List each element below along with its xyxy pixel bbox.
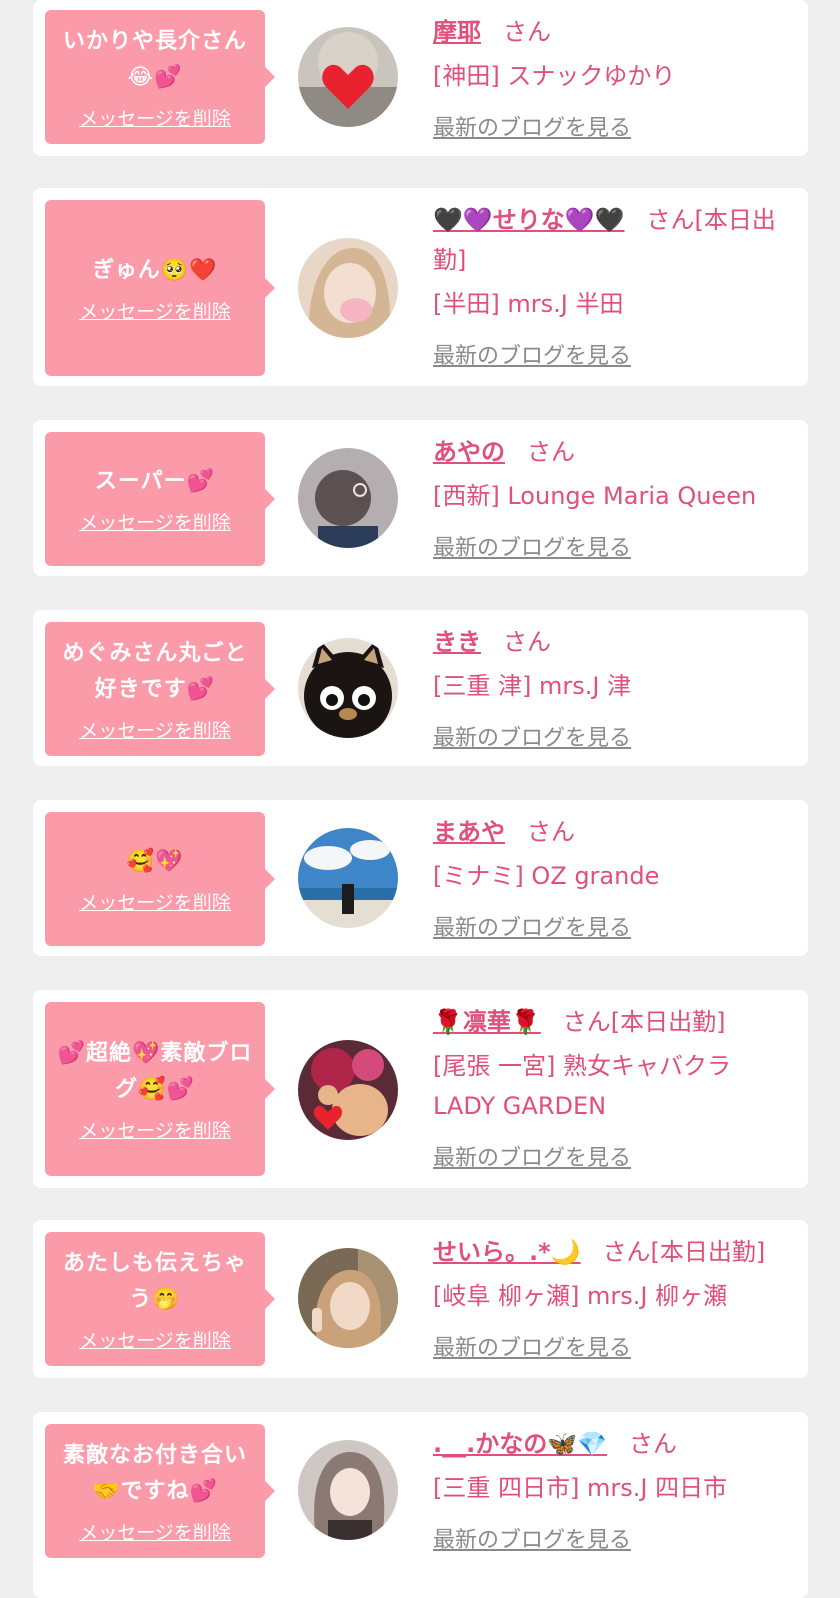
shop-name: [三重 四日市] mrs.J 四日市: [433, 1474, 728, 1502]
avatar[interactable]: [298, 27, 398, 127]
profile-name-link[interactable]: まあや: [433, 818, 505, 846]
avatar[interactable]: [298, 1440, 398, 1540]
view-blog-link[interactable]: 最新のブログを見る: [433, 338, 631, 370]
message-bubble: いかりや長介さん😂💕 メッセージを削除: [45, 10, 275, 144]
name-suffix: さん[本日出勤]: [602, 1238, 766, 1266]
message-card: あたしも伝えちゃう🤭 メッセージを削除 せいら。.*🌙 さん[本日出勤] [岐阜 …: [33, 1220, 808, 1378]
message-card: 🥰💖 メッセージを削除 まあや さん [ミナミ] OZ grande 最新のブログ…: [33, 800, 808, 956]
message-card: ぎゅん🥺❤️ メッセージを削除 🖤💜せりな💜🖤 さん[本日出勤] [半田] mrs…: [33, 188, 808, 386]
profile-name-link[interactable]: あやの: [433, 438, 505, 466]
message-card: 💕超絶💖素敵ブログ🥰💕 メッセージを削除 🌹凛華🌹 さん[本日出勤] [尾張 一宮…: [33, 990, 808, 1188]
message-bubble: 💕超絶💖素敵ブログ🥰💕 メッセージを削除: [45, 1002, 275, 1176]
delete-message-link[interactable]: メッセージを削除: [79, 888, 231, 915]
view-blog-link[interactable]: 最新のブログを見る: [433, 910, 631, 942]
view-blog-link[interactable]: 最新のブログを見る: [433, 1330, 631, 1362]
delete-message-link[interactable]: メッセージを削除: [79, 1518, 231, 1545]
shop-name: [ミナミ] OZ grande: [433, 862, 660, 890]
profile-info: 摩耶 さん [神田] スナックゆかり 最新のブログを見る: [433, 12, 796, 142]
avatar[interactable]: [298, 1040, 398, 1140]
profile-info: あやの さん [西新] Lounge Maria Queen 最新のブログを見る: [433, 432, 796, 562]
message-bubble: 素敵なお付き合い🤝ですね💕 メッセージを削除: [45, 1424, 275, 1558]
name-suffix: さん: [503, 18, 551, 46]
delete-message-link[interactable]: メッセージを削除: [79, 104, 231, 131]
name-suffix: さん[本日出勤]: [562, 1008, 726, 1036]
shop-name: [半田] mrs.J 半田: [433, 290, 624, 318]
avatar[interactable]: [298, 828, 398, 928]
shop-name: [神田] スナックゆかり: [433, 62, 676, 90]
avatar[interactable]: [298, 238, 398, 338]
message-bubble: めぐみさん丸ごと好きです💕 メッセージを削除: [45, 622, 275, 756]
profile-name-link[interactable]: きき: [433, 628, 481, 656]
avatar[interactable]: [298, 638, 398, 738]
avatar[interactable]: [298, 448, 398, 548]
message-card: スーパー💕 メッセージを削除 あやの さん [西新] Lounge Maria Q…: [33, 420, 808, 576]
message-text: スーパー💕: [94, 468, 216, 494]
shop-name: [西新] Lounge Maria Queen: [433, 482, 757, 510]
shop-name: [岐阜 柳ヶ瀬] mrs.J 柳ヶ瀬: [433, 1282, 728, 1310]
view-blog-link[interactable]: 最新のブログを見る: [433, 720, 631, 752]
message-card: めぐみさん丸ごと好きです💕 メッセージを削除 きき さん [三重 津] mrs.…: [33, 610, 808, 766]
profile-info: せいら。.*🌙 さん[本日出勤] [岐阜 柳ヶ瀬] mrs.J 柳ヶ瀬 最新のブロ…: [433, 1232, 796, 1362]
delete-message-link[interactable]: メッセージを削除: [79, 1116, 231, 1143]
profile-info: 🌹凛華🌹 さん[本日出勤] [尾張 一宮] 熟女キャバクラ LADY GARDEN…: [433, 1002, 796, 1172]
shop-name: [三重 津] mrs.J 津: [433, 672, 632, 700]
message-bubble: スーパー💕 メッセージを削除: [45, 432, 275, 566]
name-suffix: さん: [629, 1430, 677, 1458]
profile-name-link[interactable]: 🖤💜せりな💜🖤: [433, 206, 625, 234]
profile-name-link[interactable]: .__.かなの🦋💎: [433, 1430, 607, 1458]
name-suffix: さん: [527, 438, 575, 466]
profile-name-link[interactable]: 摩耶: [433, 18, 481, 46]
delete-message-link[interactable]: メッセージを削除: [79, 716, 231, 743]
message-text: めぐみさん丸ごと好きです💕: [62, 640, 248, 702]
view-blog-link[interactable]: 最新のブログを見る: [433, 110, 631, 142]
delete-message-link[interactable]: メッセージを削除: [79, 1326, 231, 1353]
message-bubble: あたしも伝えちゃう🤭 メッセージを削除: [45, 1232, 275, 1366]
profile-info: きき さん [三重 津] mrs.J 津 最新のブログを見る: [433, 622, 796, 752]
message-bubble: 🥰💖 メッセージを削除: [45, 812, 275, 946]
profile-info: .__.かなの🦋💎 さん [三重 四日市] mrs.J 四日市 最新のブログを見る: [433, 1424, 796, 1554]
delete-message-link[interactable]: メッセージを削除: [79, 508, 231, 535]
shop-name: [尾張 一宮] 熟女キャバクラ LADY GARDEN: [433, 1052, 731, 1120]
name-suffix: さん: [503, 628, 551, 656]
delete-message-link[interactable]: メッセージを削除: [79, 297, 231, 324]
message-text: 💕超絶💖素敵ブログ🥰💕: [57, 1040, 253, 1102]
view-blog-link[interactable]: 最新のブログを見る: [433, 1522, 631, 1554]
avatar[interactable]: [298, 1248, 398, 1348]
message-text: 🥰💖: [126, 848, 184, 874]
view-blog-link[interactable]: 最新のブログを見る: [433, 1140, 631, 1172]
message-text: いかりや長介さん😂💕: [62, 28, 247, 90]
message-card: 素敵なお付き合い🤝ですね💕 メッセージを削除 .__.かなの🦋💎 さん [三重 四…: [33, 1412, 808, 1598]
profile-info: まあや さん [ミナミ] OZ grande 最新のブログを見る: [433, 812, 796, 942]
name-suffix: さん: [527, 818, 575, 846]
profile-info: 🖤💜せりな💜🖤 さん[本日出勤] [半田] mrs.J 半田 最新のブログを見る: [433, 200, 796, 370]
message-text: あたしも伝えちゃう🤭: [62, 1250, 247, 1312]
view-blog-link[interactable]: 最新のブログを見る: [433, 530, 631, 562]
message-card: いかりや長介さん😂💕 メッセージを削除 摩耶 さん [神田] スナックゆかり 最新…: [33, 0, 808, 156]
profile-name-link[interactable]: せいら。.*🌙: [433, 1238, 581, 1266]
message-bubble: ぎゅん🥺❤️ メッセージを削除: [45, 200, 275, 376]
message-text: 素敵なお付き合い🤝ですね💕: [62, 1442, 247, 1504]
profile-name-link[interactable]: 🌹凛華🌹: [433, 1008, 541, 1036]
message-text: ぎゅん🥺❤️: [92, 257, 218, 283]
